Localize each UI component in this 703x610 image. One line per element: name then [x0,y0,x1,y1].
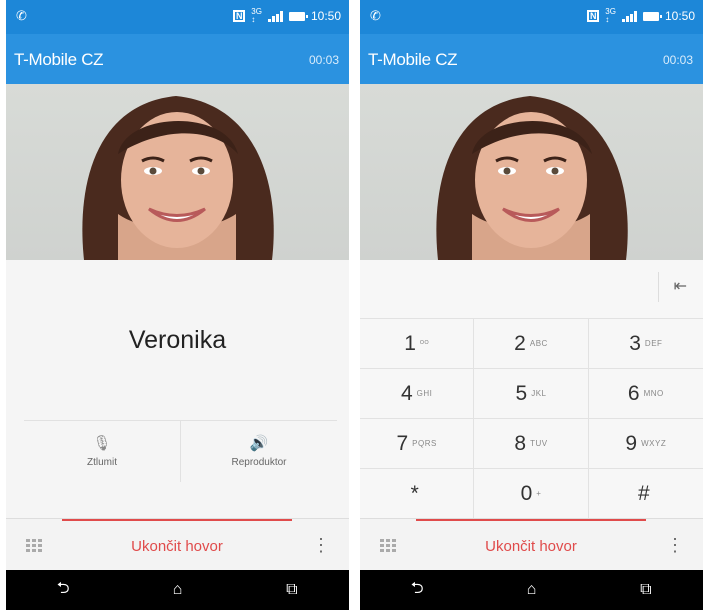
status-bar: ✆ N 3G ↕ 10:50 [6,0,349,34]
navigation-bar: ⮌ ⌂ ⧉ [6,570,349,610]
status-time: 10:50 [310,9,341,23]
home-icon[interactable]: ⌂ [147,581,207,599]
status-time: 10:50 [664,9,695,23]
call-controls: Ukončit hovor ⋮ [360,518,703,570]
recents-icon[interactable]: ⧉ [262,581,322,599]
contact-info: Veronika 🎙 Ztlumit 🔊 Reproduktor [6,260,349,518]
phone-icon: ✆ [370,8,381,23]
status-icons: N 3G ↕ 10:50 [233,8,341,24]
network-icon: 3G ↕ [605,7,616,24]
end-call-button[interactable]: Ukončit hovor [416,519,646,571]
backspace-icon[interactable]: ⇤ [674,276,687,296]
phone-icon: ✆ [16,8,27,23]
dialpad-icon [380,538,396,552]
dial-key[interactable]: 2 ABC [474,319,589,369]
dial-key-digit: * [410,481,419,505]
contact-portrait [82,96,274,260]
dial-key-digit: 2 [514,331,526,355]
dial-key-digit: 8 [514,431,527,455]
recents-icon[interactable]: ⧉ [616,581,676,599]
carrier-name: T-Mobile CZ [368,50,458,69]
dial-key-letters: PQRS [412,439,437,448]
dialpad-area: ⇤ 1 ᴼᴼ 2 ABC 3 DEF 4 GHI 5 JKL 6 MNO 7 PQRS 8 TUV 9 WXYZ *… [360,260,703,519]
nfc-icon: N [233,10,246,22]
dial-key-digit: 5 [515,381,528,405]
call-screen-left: ✆ N 3G ↕ 10:50 T-Mobile CZ 00:03 Veronik… [6,0,349,610]
dial-key[interactable]: 6 MNO [588,369,703,419]
speaker-button[interactable]: 🔊 Reproduktor [180,421,337,482]
dialpad-toggle-button[interactable] [6,519,62,571]
dial-key-letters: ᴼᴼ [419,339,430,348]
battery-icon [288,11,308,21]
network-icon: 3G ↕ [251,7,262,24]
dial-divider [658,272,659,302]
dial-key-digit: 1 [404,331,416,355]
contact-name: Veronika [128,326,227,354]
call-actions: 🎙 Ztlumit 🔊 Reproduktor [24,420,337,482]
dialpad-toggle-button[interactable] [360,519,416,571]
speaker-label: Reproduktor [231,456,287,468]
end-call-button[interactable]: Ukončit hovor [62,519,292,571]
more-options-icon[interactable]: ⋮ [293,519,349,571]
screenshot-canvas: ✆ N 3G ↕ 10:50 T-Mobile CZ 00:03 Veronik… [0,0,703,610]
contact-photo [6,84,349,260]
dial-key-digit: 7 [396,431,409,455]
dialpad-icon [26,538,42,552]
dial-key-letters: ABC [529,339,548,348]
home-icon[interactable]: ⌂ [501,581,561,599]
dial-key-digit: 4 [400,381,413,405]
call-header: T-Mobile CZ 00:03 [6,34,349,84]
carrier-name: T-Mobile CZ [14,50,104,69]
dial-key-digit: 9 [625,431,638,455]
call-header: T-Mobile CZ 00:03 [360,34,703,84]
dial-key-letters: + [536,489,542,498]
dial-key-digit: # [637,481,650,505]
dial-key[interactable]: 1 ᴼᴼ [360,319,475,369]
dial-key[interactable]: 5 JKL [474,369,589,419]
mute-label: Ztlumit [87,456,117,468]
dial-key-letters: TUV [530,439,548,448]
mute-button[interactable]: 🎙 Ztlumit [24,421,180,482]
call-timer: 00:03 [662,53,693,67]
signal-icon [267,10,283,22]
dial-key-letters: WXYZ [641,439,667,448]
status-icons: N 3G ↕ 10:50 [587,8,695,24]
navigation-bar: ⮌ ⌂ ⧉ [360,570,703,610]
dial-key[interactable]: * [360,469,475,519]
call-controls: Ukončit hovor ⋮ [6,518,349,570]
speaker-icon: 🔊 [249,434,269,452]
signal-icon [621,10,637,22]
call-timer: 00:03 [308,53,339,67]
dial-key-letters: GHI [416,389,433,398]
dial-key[interactable]: 8 TUV [474,419,589,469]
dial-key-letters: DEF [644,339,663,348]
mic-off-icon: 🎙 [92,434,112,452]
battery-icon [642,11,662,21]
status-bar: ✆ N 3G ↕ 10:50 [360,0,703,34]
dial-key-digit: 6 [627,381,640,405]
dial-key[interactable]: 0 + [474,469,589,519]
contact-photo [360,84,703,260]
more-options-icon[interactable]: ⋮ [647,519,703,571]
dial-key[interactable]: # [588,469,703,519]
dial-key-letters: MNO [643,389,664,398]
call-screen-right: ✆ N 3G ↕ 10:50 T-Mobile CZ 00:03 ⇤ 1 ᴼᴼ … [360,0,703,610]
dial-key-digit: 3 [629,331,641,355]
dial-key[interactable]: 9 WXYZ [588,419,703,469]
back-icon[interactable]: ⮌ [387,577,447,604]
contact-portrait [436,96,628,260]
dialpad: 1 ᴼᴼ 2 ABC 3 DEF 4 GHI 5 JKL 6 MNO 7 PQRS 8 TUV 9 WXYZ * 0 +… [360,318,703,519]
dial-key[interactable]: 3 DEF [588,319,703,369]
dial-key[interactable]: 4 GHI [360,369,475,419]
dial-key-letters: JKL [531,389,547,398]
back-icon[interactable]: ⮌ [33,577,93,604]
nfc-icon: N [587,10,600,22]
dial-key-digit: 0 [520,481,533,505]
dial-key[interactable]: 7 PQRS [360,419,475,469]
